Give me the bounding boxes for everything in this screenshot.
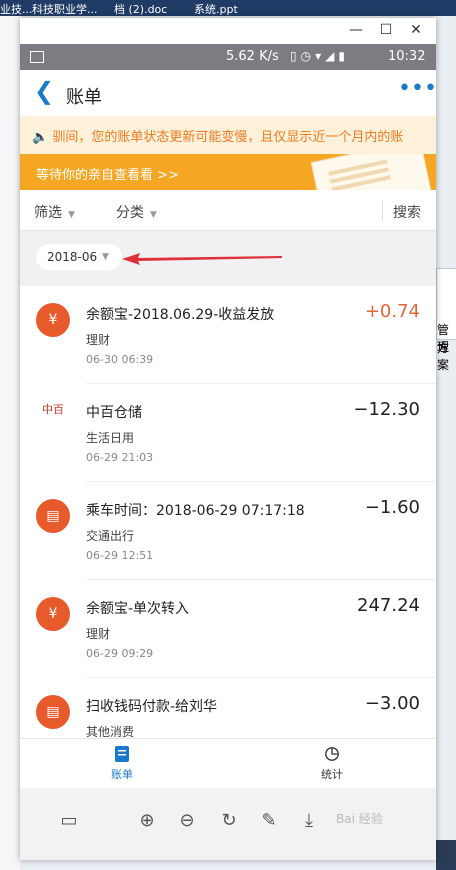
month-label: 2018-06: [47, 250, 98, 264]
transaction-amount: −12.30: [353, 399, 420, 420]
desktop-taskbar: 业技... 科技职业学... 档 (2).doc 系统.ppt: [0, 0, 456, 16]
shop-icon: ▤: [36, 499, 70, 533]
transaction-time: 06-29 12:51: [86, 549, 153, 562]
transaction-category: 理财: [86, 627, 111, 641]
edit-icon[interactable]: ✎: [256, 808, 282, 834]
screen-icon[interactable]: ▭: [56, 808, 82, 834]
transaction-clock: 06:39: [121, 353, 154, 366]
shop-icon: ▤: [36, 695, 70, 729]
taskbar-item[interactable]: 档 (2).doc: [114, 1, 167, 17]
network-speed: 5.62 K/s: [226, 49, 279, 64]
transaction-date: 06-29: [86, 549, 118, 562]
tab-label: 统计: [321, 768, 343, 781]
transaction-category: 交通出行: [86, 529, 135, 543]
transaction-name: 余额宝-单次转入: [86, 601, 190, 617]
transaction-date: 06-29: [86, 647, 118, 660]
bottom-tab-bar: 账单 统计: [20, 738, 436, 789]
image-notification-icon: [30, 51, 44, 63]
transaction-clock: 09:29: [121, 647, 154, 660]
transaction-time: 06-29 21:03: [86, 451, 153, 464]
transaction-amount: 247.24: [357, 595, 420, 616]
transaction-date: 06-30: [86, 353, 118, 366]
transaction-clock: 12:51: [121, 549, 154, 562]
taskbar-item[interactable]: 业技...: [0, 1, 33, 17]
tab-stats[interactable]: 统计: [302, 745, 362, 782]
transaction-amount: −3.00: [364, 693, 420, 714]
app-header: ❮ 账单 •••: [20, 70, 437, 116]
bill-icon: [115, 746, 129, 762]
list-item[interactable]: ▤ 扫收钱码付款-给刘华 其他消费 −3.00: [20, 678, 436, 738]
filter-dropdown[interactable]: 筛选 ▼: [34, 202, 75, 222]
clock: 10:32: [388, 49, 426, 64]
zhongbai-logo-icon: 中百: [36, 401, 70, 435]
transaction-amount: −1.60: [364, 497, 420, 518]
red-arrow-annotation: [122, 253, 282, 265]
maximize-icon[interactable]: ☐: [376, 21, 396, 39]
notice-text: 🔈 驯间，您的账单状态更新可能变慢，且仅显示近一个月内的账: [32, 130, 404, 145]
baidu-watermark: Bai 经验: [336, 812, 383, 826]
zoom-out-icon[interactable]: ⊖: [174, 808, 200, 834]
month-row: 2018-06 ▼: [20, 231, 436, 286]
transaction-amount: +0.74: [364, 301, 420, 322]
phone-status-bar: 5.62 K/s ▯◷▾◢▮ 10:32: [20, 44, 436, 70]
transaction-name: 中百仓储: [86, 405, 142, 421]
transaction-name: 余额宝-2018.06.29-收益发放: [86, 307, 275, 323]
yuebao-icon: ¥: [36, 597, 70, 631]
status-icons: ▯◷▾◢▮: [290, 49, 349, 63]
back-icon[interactable]: ❮: [34, 79, 54, 103]
list-item[interactable]: 中百 中百仓储生活日用 06-29 21:03 −12.30: [20, 384, 436, 482]
close-icon[interactable]: ✕: [406, 21, 426, 39]
list-item[interactable]: ▤ 乘车时间：2018-06-29 07:17:18 交通出行 06-29 12:51…: [20, 482, 436, 580]
search-button[interactable]: 搜索: [393, 202, 421, 222]
transaction-name: 乘车时间：2018-06-29 07:17:18: [86, 503, 305, 519]
transaction-category: 理财: [86, 333, 111, 347]
divider: [382, 200, 383, 220]
bill-paper-illustration: [310, 154, 434, 190]
notice-bar: 🔈 驯间，您的账单状态更新可能变慢，且仅显示近一个月内的账: [20, 116, 436, 154]
banner-text: 等待你的亲自查看看 >>: [36, 168, 179, 183]
pie-chart-icon: [325, 747, 339, 761]
rotate-icon[interactable]: ↻: [216, 808, 242, 834]
window-titlebar: — ☐ ✕: [20, 18, 436, 44]
transaction-list: ¥ 余额宝-2018.06.29-收益发放 理财 06-30 06:39 +0.74 中百…: [20, 286, 436, 738]
list-item[interactable]: ¥ 余额宝-2018.06.29-收益发放 理财 06-30 06:39 +0.74: [20, 286, 436, 384]
transaction-time: 06-29 09:29: [86, 647, 153, 660]
caret-down-icon: ▼: [68, 210, 75, 220]
transaction-name: 扫收钱码付款-给刘华: [86, 699, 218, 715]
filter-bar: 筛选 ▼ 分类 ▼ 搜索: [20, 190, 436, 231]
transaction-clock: 21:03: [121, 451, 154, 464]
transaction-date: 06-29: [86, 451, 118, 464]
month-selector[interactable]: 2018-06 ▼: [36, 244, 122, 270]
desktop-background-left: [0, 16, 20, 870]
zoom-in-icon[interactable]: ⊕: [134, 808, 160, 834]
download-icon[interactable]: ⤓: [296, 808, 322, 834]
list-item[interactable]: ¥ 余额宝-单次转入 理财 06-29 09:29 247.24: [20, 580, 436, 678]
minimize-icon[interactable]: —: [346, 21, 366, 39]
taskbar-item[interactable]: 科技职业学...: [32, 1, 98, 17]
transaction-time: 06-30 06:39: [86, 353, 153, 366]
category-dropdown[interactable]: 分类 ▼: [116, 202, 157, 222]
desktop-background-corner: [436, 840, 456, 870]
tab-bill[interactable]: 账单: [92, 745, 152, 782]
transaction-category: 其他消费: [86, 725, 135, 738]
page-title: 账单: [66, 87, 102, 108]
taskbar-item[interactable]: 系统.ppt: [194, 1, 238, 17]
caret-down-icon: ▼: [102, 252, 109, 262]
promo-banner[interactable]: 等待你的亲自查看看 >>: [20, 154, 436, 190]
tab-label: 账单: [111, 768, 133, 781]
caret-down-icon: ▼: [150, 210, 157, 220]
desktop-background-window: 管理 方案: [436, 268, 456, 372]
yuebao-icon: ¥: [36, 303, 70, 337]
desktop-text: 方案: [437, 341, 450, 372]
more-icon[interactable]: •••: [398, 76, 437, 101]
transaction-category: 生活日用: [86, 431, 135, 445]
emulator-window: — ☐ ✕ 5.62 K/s ▯◷▾◢▮ 10:32 ❮ 账单 ••• 🔈 驯间…: [20, 18, 437, 860]
